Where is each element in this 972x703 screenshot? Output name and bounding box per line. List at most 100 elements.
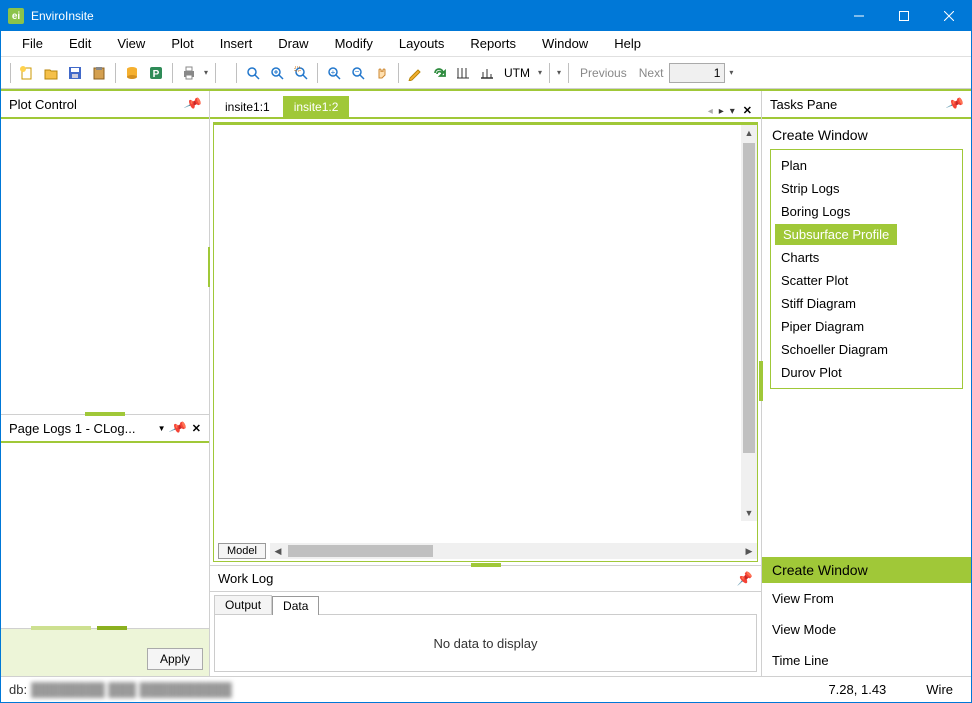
document-canvas[interactable]: ▲ ▼ Model ◀ ▶ <box>213 122 758 562</box>
tasks-pane-header: Tasks Pane 📌 <box>762 91 971 119</box>
pencil-button[interactable] <box>404 62 426 84</box>
page-logs-body <box>1 443 209 628</box>
tasks-item-boring-logs[interactable]: Boring Logs <box>771 200 962 223</box>
menu-edit[interactable]: Edit <box>56 33 104 54</box>
work-log-pin-icon[interactable]: 📌 <box>737 571 753 587</box>
scroll-up-icon[interactable]: ▲ <box>741 125 757 141</box>
print-icon <box>181 65 197 81</box>
zoom-window-button[interactable] <box>290 62 312 84</box>
page-logs-footer: Apply <box>1 628 209 676</box>
tasks-item-piper-diagram[interactable]: Piper Diagram <box>771 315 962 338</box>
redo-button[interactable] <box>428 62 450 84</box>
zoom-extents-icon <box>245 65 261 81</box>
work-tab-output[interactable]: Output <box>214 595 272 614</box>
tasks-item-charts[interactable]: Charts <box>771 246 962 269</box>
left-column: Plot Control 📌 Page Logs 1 - CLog... ▼ 📌… <box>1 91 210 676</box>
page-logs-close-icon[interactable]: ✕ <box>192 422 201 435</box>
page-dropdown[interactable]: ▾ <box>727 68 735 77</box>
menu-draw[interactable]: Draw <box>265 33 321 54</box>
tasks-item-strip-logs[interactable]: Strip Logs <box>771 177 962 200</box>
splitter-handle-h[interactable] <box>85 412 125 416</box>
vertical-scrollbar[interactable]: ▲ ▼ <box>741 125 757 521</box>
menu-file[interactable]: File <box>9 33 56 54</box>
minimize-button[interactable] <box>836 1 881 31</box>
tasks-item-subsurface-profile[interactable]: Subsurface Profile <box>775 224 897 245</box>
close-button[interactable] <box>926 1 971 31</box>
splitter-handle-dark[interactable] <box>97 626 127 630</box>
database-button[interactable] <box>121 62 143 84</box>
page-number-input[interactable] <box>669 63 725 83</box>
apply-button[interactable]: Apply <box>147 648 203 670</box>
utm-label[interactable]: UTM <box>500 66 534 80</box>
tab-close-button[interactable]: ✕ <box>738 104 757 117</box>
zoom-minus-button[interactable]: − <box>347 62 369 84</box>
minimize-icon <box>854 11 864 21</box>
tasks-item-durov-plot[interactable]: Durov Plot <box>771 361 962 384</box>
work-tab-data[interactable]: Data <box>272 596 319 615</box>
scroll-right-icon[interactable]: ▶ <box>741 543 757 559</box>
tasks-item-stiff-diagram[interactable]: Stiff Diagram <box>771 292 962 315</box>
tasks-pin-icon[interactable]: 📌 <box>945 94 966 115</box>
splitter-handle-light[interactable] <box>31 626 91 630</box>
print-button[interactable] <box>178 62 200 84</box>
scroll-thumb-v[interactable] <box>743 143 755 453</box>
right-splitter-handle[interactable] <box>759 361 763 401</box>
work-log-empty-text: No data to display <box>433 636 537 651</box>
pencil-icon <box>407 65 423 81</box>
baseline-button[interactable] <box>476 62 498 84</box>
horizontal-scrollbar[interactable]: ◀ ▶ <box>270 543 757 559</box>
view-mode-button[interactable]: View Mode <box>762 614 971 645</box>
tab-insite1-1[interactable]: insite1:1 <box>214 96 281 117</box>
open-file-button[interactable] <box>40 62 62 84</box>
new-file-button[interactable] <box>16 62 38 84</box>
page-logs-pin-icon[interactable]: 📌 <box>167 418 188 439</box>
time-line-button[interactable]: Time Line <box>762 645 971 676</box>
zoom-in-button[interactable] <box>266 62 288 84</box>
menu-plot[interactable]: Plot <box>158 33 206 54</box>
create-window-bar[interactable]: Create Window <box>762 557 971 583</box>
previous-button[interactable]: Previous <box>574 64 633 82</box>
menu-modify[interactable]: Modify <box>322 33 386 54</box>
canvas-viewport[interactable]: ▲ ▼ <box>214 125 757 541</box>
status-mode: Wire <box>926 682 953 697</box>
tab-nav-menu[interactable]: ▾ <box>727 106 738 117</box>
maximize-button[interactable] <box>881 1 926 31</box>
project-button[interactable]: P <box>145 62 167 84</box>
print-dropdown[interactable]: ▾ <box>202 68 210 77</box>
utm-dropdown[interactable]: ▾ <box>536 68 544 77</box>
scroll-down-icon[interactable]: ▼ <box>741 505 757 521</box>
zoom-window-icon <box>293 65 309 81</box>
tab-nav-next[interactable]: ▸ <box>716 106 727 117</box>
menu-layouts[interactable]: Layouts <box>386 33 458 54</box>
paste-button[interactable] <box>88 62 110 84</box>
menu-view[interactable]: View <box>104 33 158 54</box>
create-window-list: Plan Strip Logs Boring Logs Subsurface P… <box>770 149 963 389</box>
view-from-button[interactable]: View From <box>762 583 971 614</box>
zoom-plus-button[interactable]: + <box>323 62 345 84</box>
pan-button[interactable] <box>371 62 393 84</box>
tasks-item-scatter-plot[interactable]: Scatter Plot <box>771 269 962 292</box>
plot-control-title: Plot Control <box>9 97 185 112</box>
menu-help[interactable]: Help <box>601 33 654 54</box>
app-icon: ei <box>8 8 24 24</box>
zoom-in-icon <box>269 65 285 81</box>
extra-dropdown[interactable]: ▾ <box>555 68 563 77</box>
menu-reports[interactable]: Reports <box>457 33 529 54</box>
zoom-extents-button[interactable] <box>242 62 264 84</box>
tab-nav-prev[interactable]: ◂ <box>705 106 716 117</box>
menu-window[interactable]: Window <box>529 33 601 54</box>
tracks-button[interactable] <box>452 62 474 84</box>
next-button[interactable]: Next <box>633 64 670 82</box>
menu-insert[interactable]: Insert <box>207 33 266 54</box>
page-logs-dropdown-icon[interactable]: ▼ <box>158 424 166 433</box>
tasks-item-plan[interactable]: Plan <box>771 154 962 177</box>
center-splitter-handle[interactable] <box>471 563 501 567</box>
tab-insite1-2[interactable]: insite1:2 <box>283 96 350 117</box>
scroll-left-icon[interactable]: ◀ <box>270 543 286 559</box>
scroll-thumb-h[interactable] <box>288 545 433 557</box>
pin-icon[interactable]: 📌 <box>183 94 204 115</box>
save-button[interactable] <box>64 62 86 84</box>
model-tab[interactable]: Model <box>218 543 266 559</box>
tracks-icon <box>455 65 471 81</box>
tasks-item-schoeller-diagram[interactable]: Schoeller Diagram <box>771 338 962 361</box>
